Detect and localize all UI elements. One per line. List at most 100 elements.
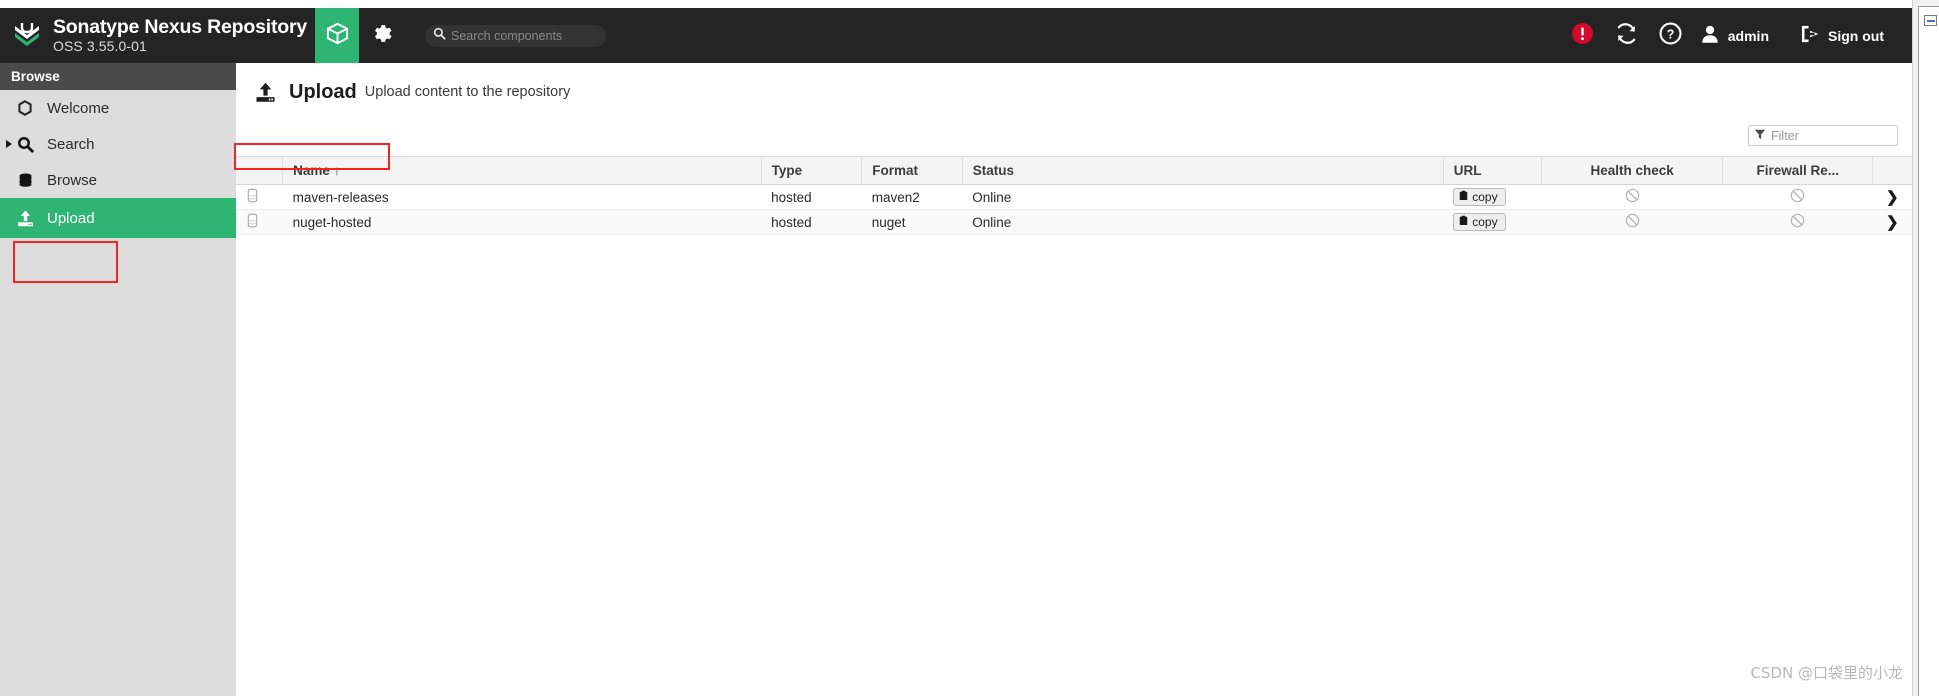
row-url-cell: copy	[1443, 184, 1542, 210]
main-content: Upload Upload content to the repository	[234, 63, 1912, 696]
sidebar-item-welcome[interactable]: Welcome	[0, 90, 236, 126]
copy-url-button[interactable]: copy	[1453, 213, 1506, 231]
brand-text: Sonatype Nexus Repository OSS 3.55.0-01	[53, 17, 307, 53]
col-type[interactable]: Type	[761, 156, 863, 185]
hexagon-icon	[12, 100, 38, 116]
col-format[interactable]: Format	[861, 156, 963, 185]
refresh-button[interactable]	[1605, 14, 1649, 58]
alert-indicator[interactable]	[1561, 14, 1605, 58]
page-title: Upload	[289, 80, 357, 103]
refresh-icon	[1615, 22, 1638, 50]
cube-icon	[325, 21, 350, 51]
gear-icon	[370, 22, 393, 50]
col-icon	[236, 156, 284, 185]
row-format-cell: nuget	[861, 209, 963, 235]
table-body: maven-releases hosted maven2 Online copy…	[236, 184, 1912, 235]
col-status[interactable]: Status	[962, 156, 1444, 185]
chevron-right-icon[interactable]: ❯	[1886, 214, 1899, 231]
row-expand-cell[interactable]: ❯	[1872, 184, 1912, 210]
table-head: Name ↑ Type Format Status URL Health che…	[236, 156, 1912, 185]
row-type-cell: hosted	[761, 184, 862, 210]
row-name-cell[interactable]: nuget-hosted	[282, 209, 762, 235]
page-header: Upload Upload content to the repository	[236, 63, 1912, 107]
col-firewall-report[interactable]: Firewall Re...	[1722, 156, 1874, 185]
row-status-cell: Online	[962, 209, 1444, 235]
row-health-check-cell	[1541, 209, 1723, 235]
sidebar-item-label: Upload	[47, 209, 95, 227]
sidebar-item-label: Search	[47, 135, 95, 153]
sidebar-item-label: Browse	[47, 171, 98, 189]
prohibited-icon	[1625, 188, 1640, 206]
search-icon	[12, 136, 38, 153]
database-icon	[12, 172, 38, 189]
page-subtitle: Upload content to the repository	[364, 84, 571, 100]
search-icon	[433, 27, 446, 45]
user-icon	[1699, 23, 1721, 48]
sidebar-item-upload[interactable]: Upload	[0, 198, 236, 238]
watermark-text: CSDN @口袋里的小龙	[1750, 664, 1903, 682]
row-expand-cell[interactable]: ❯	[1872, 209, 1912, 235]
row-status-cell: Online	[962, 184, 1444, 210]
database-icon	[246, 213, 259, 231]
row-icon-cell	[236, 184, 283, 210]
sidebar-upload-highlight	[13, 241, 118, 283]
sort-ascending-icon: ↑	[333, 163, 341, 178]
upload-icon	[12, 209, 38, 228]
row-firewall-cell	[1722, 209, 1873, 235]
col-url[interactable]: URL	[1443, 156, 1542, 185]
sidebar-item-browse[interactable]: Browse	[0, 162, 236, 198]
sign-out-icon	[1799, 23, 1821, 48]
sidebar-item-search[interactable]: Search	[0, 126, 236, 162]
row-url-cell: copy	[1443, 209, 1542, 235]
row-name-cell[interactable]: maven-releases	[282, 184, 762, 210]
copy-url-button[interactable]: copy	[1453, 188, 1506, 206]
sign-out-button[interactable]: Sign out	[1793, 23, 1890, 48]
nexus-chevron-logo-icon	[10, 19, 44, 53]
help-button[interactable]: ?	[1649, 14, 1693, 58]
right-panel-inner	[1918, 6, 1939, 696]
prohibited-icon	[1790, 188, 1805, 206]
user-menu[interactable]: admin	[1693, 23, 1775, 48]
brand-title: Sonatype Nexus Repository	[53, 16, 307, 39]
sign-out-label: Sign out	[1828, 27, 1884, 44]
sidebar: Browse Welcome Search Browse Upload	[0, 63, 236, 696]
clipboard-icon	[1459, 215, 1468, 229]
copy-label: copy	[1472, 190, 1498, 204]
col-expand	[1872, 156, 1912, 185]
col-health-check[interactable]: Health check	[1541, 156, 1724, 185]
table-header-row: Name ↑ Type Format Status URL Health che…	[236, 156, 1912, 185]
copy-label: copy	[1472, 215, 1498, 229]
prohibited-icon	[1790, 213, 1805, 231]
brand-version: OSS 3.55.0-01	[53, 37, 147, 54]
col-name-label: Name	[293, 163, 330, 178]
row-firewall-cell	[1722, 184, 1873, 210]
browse-tab[interactable]	[315, 8, 359, 72]
clipboard-icon	[1459, 190, 1468, 204]
brand-block: Sonatype Nexus Repository OSS 3.55.0-01	[0, 8, 315, 63]
filter-input[interactable]	[1771, 128, 1892, 143]
svg-text:?: ?	[1667, 27, 1675, 41]
upload-icon	[254, 81, 277, 104]
row-icon-cell	[236, 209, 283, 235]
header-right-group: ? admin Sign out	[1561, 14, 1912, 58]
chevron-right-icon[interactable]: ❯	[1886, 189, 1899, 206]
browser-right-panel-strip	[1912, 0, 1939, 696]
search-input[interactable]	[451, 28, 598, 43]
nexus-repository-app: Sonatype Nexus Repository OSS 3.55.0-01	[0, 0, 1939, 696]
prohibited-icon	[1625, 213, 1640, 231]
search-box[interactable]	[425, 24, 606, 47]
table-row[interactable]: nuget-hosted hosted nuget Online copy ❯	[236, 209, 1912, 235]
filter-box[interactable]	[1748, 125, 1898, 146]
row-health-check-cell	[1541, 184, 1723, 210]
help-circle-icon: ?	[1659, 21, 1682, 50]
user-name-label: admin	[1727, 27, 1769, 44]
sidebar-item-label: Welcome	[47, 99, 110, 117]
funnel-icon	[1754, 127, 1766, 145]
admin-tab[interactable]	[359, 8, 403, 63]
panel-toggle-icon[interactable]	[1924, 15, 1937, 26]
chevron-right-icon[interactable]	[6, 140, 12, 148]
col-name[interactable]: Name ↑	[282, 156, 762, 185]
database-icon	[246, 188, 259, 206]
table-row[interactable]: maven-releases hosted maven2 Online copy…	[236, 184, 1912, 210]
filter-row	[236, 125, 1912, 146]
